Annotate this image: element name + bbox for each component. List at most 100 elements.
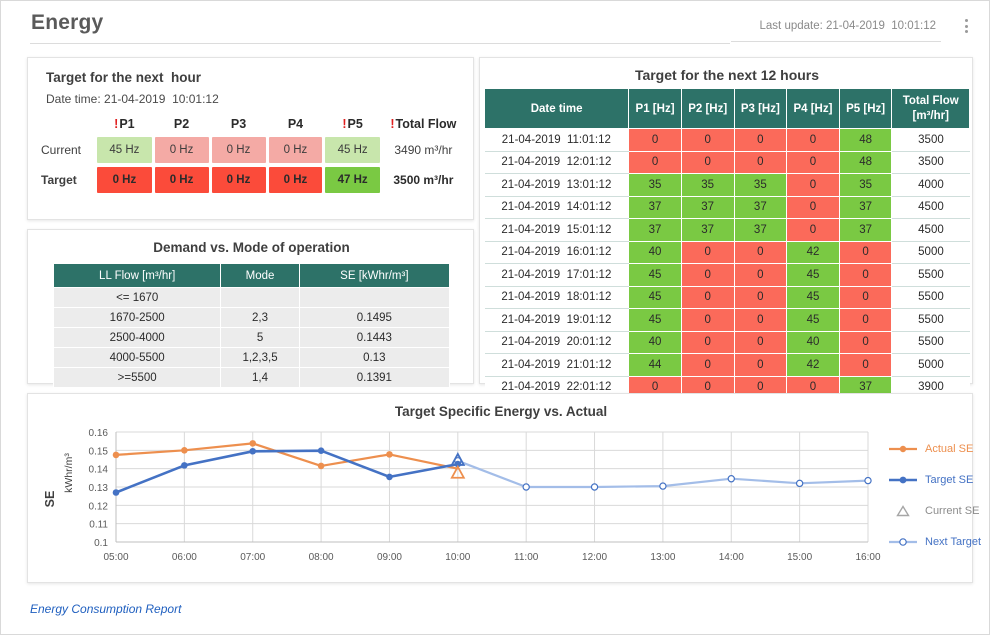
legend-line-marker-icon — [888, 443, 918, 455]
chart-xtick-label: 14:00 — [719, 552, 744, 563]
t12-cell-p2: 0 — [681, 354, 734, 377]
demand-cell-se: 0.1391 — [299, 368, 449, 388]
t12-cell-p2: 0 — [681, 151, 734, 174]
legend-item-target-se[interactable]: Target SE — [888, 473, 981, 487]
t12-cell-datetime: 21-04-2019 15:01:12 — [485, 219, 629, 242]
demand-header-row: LL Flow [m³/hr] Mode SE [kWhr/m³] — [54, 264, 450, 288]
table-row: 21-04-2019 17:01:1245004505500 — [485, 264, 970, 287]
t12-cell-p3: 0 — [734, 286, 787, 309]
legend-item-current-se[interactable]: Current SE — [888, 504, 981, 518]
t12-cell-p1: 0 — [629, 129, 682, 152]
demand-cell-llflow: 4000-5500 — [54, 348, 221, 368]
t12-cell-datetime: 21-04-2019 12:01:12 — [485, 151, 629, 174]
table-row: 21-04-2019 19:01:1245004505500 — [485, 309, 970, 332]
target-12h-table: Date time P1 [Hz] P2 [Hz] P3 [Hz] P4 [Hz… — [484, 88, 970, 399]
chart-xtick-label: 08:00 — [309, 552, 334, 563]
chart-point-next-target — [865, 477, 871, 483]
t12-cell-p5: 37 — [839, 219, 892, 242]
warning-icon-total-flow: ! — [390, 117, 394, 131]
t12-cell-total-flow: 5000 — [892, 241, 970, 264]
title-divider — [30, 43, 730, 44]
last-update-divider — [731, 41, 941, 42]
demand-col-se: SE [kWhr/m³] — [299, 264, 449, 288]
target-next-hour-title: Target for the next hour — [46, 70, 201, 85]
t12-cell-p4: 0 — [787, 196, 840, 219]
next-hour-current-p1: 45 Hz — [97, 137, 151, 163]
t12-col-p2: P2 [Hz] — [681, 89, 734, 129]
next-hour-col-total-flow: !Total Flow — [383, 117, 464, 133]
t12-cell-total-flow: 3500 — [892, 129, 970, 152]
table-row: <= 1670 — [54, 288, 450, 308]
next-hour-col-p5: !P5 — [325, 117, 379, 133]
chart-xtick-label: 09:00 — [377, 552, 402, 563]
t12-cell-p2: 0 — [681, 264, 734, 287]
target-12h-card: Target for the next 12 hours Date time P… — [479, 57, 973, 384]
demand-cell-llflow: 1670-2500 — [54, 308, 221, 328]
energy-consumption-report-link[interactable]: Energy Consumption Report — [30, 602, 181, 616]
table-row: 21-04-2019 11:01:120000483500 — [485, 129, 970, 152]
demand-mode-title: Demand vs. Mode of operation — [28, 240, 475, 255]
t12-cell-p3: 0 — [734, 354, 787, 377]
t12-col-total-flow: Total Flow [m³/hr] — [892, 89, 970, 129]
t12-cell-p1: 40 — [629, 241, 682, 264]
next-hour-col-p2: P2 — [155, 117, 209, 133]
chart-title: Target Specific Energy vs. Actual — [28, 404, 974, 419]
chart-xtick-label: 07:00 — [240, 552, 265, 563]
table-row: 2500-4000 5 0.1443 — [54, 328, 450, 348]
demand-cell-mode: 1,4 — [221, 368, 299, 388]
t12-col-p3: P3 [Hz] — [734, 89, 787, 129]
kebab-menu-icon[interactable] — [949, 11, 983, 41]
t12-cell-p1: 45 — [629, 264, 682, 287]
legend-item-actual-se[interactable]: Actual SE — [888, 442, 981, 456]
legend-label-target-se: Target SE — [925, 474, 973, 486]
page-title: Energy — [31, 11, 103, 35]
chart-xtick-label: 13:00 — [650, 552, 675, 563]
demand-cell-se: 0.1495 — [299, 308, 449, 328]
chart-line-actual-se — [116, 443, 458, 468]
legend-item-next-target[interactable]: Next Target — [888, 535, 981, 549]
chart-point-actual-se — [318, 463, 325, 470]
t12-cell-p4: 45 — [787, 286, 840, 309]
t12-cell-p3: 37 — [734, 196, 787, 219]
next-hour-row-current: Current 45 Hz 0 Hz 0 Hz 0 Hz 45 Hz 3490 … — [39, 137, 464, 163]
t12-cell-p5: 37 — [839, 196, 892, 219]
next-hour-row-label-current: Current — [39, 137, 94, 163]
next-hour-target-p1: 0 Hz — [97, 167, 151, 193]
t12-cell-p3: 0 — [734, 241, 787, 264]
t12-cell-total-flow: 4000 — [892, 174, 970, 197]
t12-cell-p1: 37 — [629, 196, 682, 219]
legend-triangle-marker-icon — [888, 505, 918, 517]
demand-cell-mode — [221, 288, 299, 308]
demand-col-llflow: LL Flow [m³/hr] — [54, 264, 221, 288]
t12-cell-p3: 0 — [734, 331, 787, 354]
t12-cell-p5: 0 — [839, 264, 892, 287]
t12-cell-datetime: 21-04-2019 13:01:12 — [485, 174, 629, 197]
t12-cell-p1: 40 — [629, 331, 682, 354]
t12-cell-p1: 35 — [629, 174, 682, 197]
demand-cell-mode: 2,3 — [221, 308, 299, 328]
t12-cell-p3: 0 — [734, 309, 787, 332]
t12-cell-datetime: 21-04-2019 20:01:12 — [485, 331, 629, 354]
t12-cell-total-flow: 3500 — [892, 151, 970, 174]
demand-cell-mode: 5 — [221, 328, 299, 348]
next-hour-current-p3: 0 Hz — [212, 137, 266, 163]
t12-col-p5: P5 [Hz] — [839, 89, 892, 129]
last-update-text: Last update: 21-04-2019 10:01:12 — [760, 20, 936, 32]
t12-cell-p5: 0 — [839, 286, 892, 309]
t12-cell-total-flow: 4500 — [892, 196, 970, 219]
chart-point-actual-se — [113, 452, 120, 459]
chart-point-target-se — [181, 462, 188, 469]
t12-cell-p4: 0 — [787, 219, 840, 242]
t12-cell-p5: 0 — [839, 241, 892, 264]
legend-line-marker-icon — [888, 474, 918, 486]
t12-cell-p4: 0 — [787, 174, 840, 197]
t12-cell-total-flow: 5000 — [892, 354, 970, 377]
table-row: 21-04-2019 15:01:123737370374500 — [485, 219, 970, 242]
demand-cell-mode: 1,2,3,5 — [221, 348, 299, 368]
chart-point-next-target — [728, 476, 734, 482]
chart-xtick-label: 06:00 — [172, 552, 197, 563]
demand-cell-llflow: >=5500 — [54, 368, 221, 388]
next-hour-current-p5: 45 Hz — [325, 137, 379, 163]
chart-ylabel-main: SE — [43, 491, 57, 508]
chart-ylabel-unit: kWhr/m³ — [63, 453, 75, 493]
